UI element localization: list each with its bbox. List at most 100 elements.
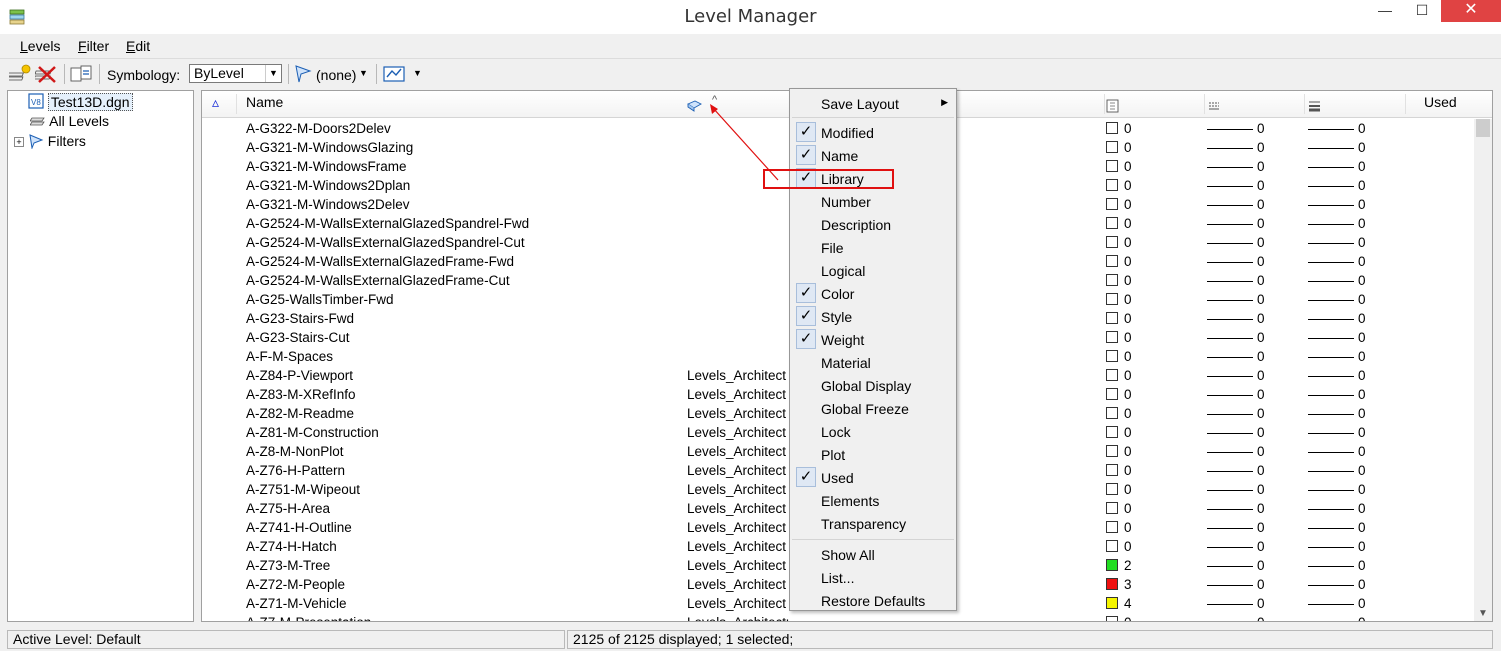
menu-filter[interactable]: Filter (78, 38, 109, 54)
menu-item-weight[interactable]: ✓ Weight (790, 328, 956, 350)
menu-item-transparency[interactable]: Transparency (790, 512, 956, 534)
color-swatch[interactable] (1106, 198, 1118, 210)
color-swatch[interactable] (1106, 388, 1118, 400)
menu-item-color[interactable]: ✓ Color (790, 282, 956, 304)
filter-dropdown-value[interactable]: (none) (316, 67, 356, 83)
vertical-scrollbar[interactable]: ▼ (1474, 119, 1492, 621)
menu-item-elements[interactable]: Elements (790, 489, 956, 511)
color-swatch[interactable] (1106, 540, 1118, 552)
style-number: 0 (1257, 558, 1265, 573)
library-column-icon[interactable] (686, 95, 702, 117)
color-swatch[interactable] (1106, 597, 1118, 609)
weight-line-sample (1308, 585, 1354, 586)
color-swatch[interactable] (1106, 407, 1118, 419)
style-column-icon[interactable] (1208, 95, 1224, 117)
color-swatch[interactable] (1106, 369, 1118, 381)
menu-levels-mnemonic: L (20, 38, 28, 54)
menu-item-show-all[interactable]: Show All (790, 543, 956, 565)
maximize-button[interactable]: ☐ (1399, 0, 1445, 22)
menu-item-list[interactable]: List... (790, 566, 956, 588)
column-header-used[interactable]: Used (1424, 93, 1457, 115)
color-swatch[interactable] (1106, 141, 1118, 153)
level-library: Levels_Architect (687, 482, 787, 497)
color-swatch[interactable] (1106, 255, 1118, 267)
menu-item-label: Number (821, 194, 871, 210)
style-number: 0 (1257, 444, 1265, 459)
tree-item-filters[interactable]: + Filters (14, 133, 86, 150)
menu-item-global-freeze[interactable]: Global Freeze (790, 397, 956, 419)
color-swatch[interactable] (1106, 502, 1118, 514)
modified-column-sort-icon[interactable]: ▵ (212, 93, 219, 115)
color-swatch[interactable] (1106, 236, 1118, 248)
menu-item-global-display[interactable]: Global Display (790, 374, 956, 396)
menu-item-lock[interactable]: Lock (790, 420, 956, 442)
menu-item-restore-defaults[interactable]: Restore Defaults (790, 589, 956, 611)
display-options-icon[interactable] (382, 63, 406, 85)
color-swatch[interactable] (1106, 274, 1118, 286)
color-swatch[interactable] (1106, 616, 1118, 621)
style-number: 0 (1257, 216, 1265, 231)
menu-item-plot[interactable]: Plot (790, 443, 956, 465)
weight-number: 0 (1358, 539, 1366, 554)
delete-level-icon[interactable] (35, 63, 59, 85)
menu-levels[interactable]: Levels (20, 38, 60, 54)
color-number: 0 (1124, 140, 1132, 155)
color-swatch[interactable] (1106, 160, 1118, 172)
color-swatch[interactable] (1106, 122, 1118, 134)
column-divider (1104, 94, 1105, 114)
color-swatch[interactable] (1106, 578, 1118, 590)
menu-item-style[interactable]: ✓ Style (790, 305, 956, 327)
library-highlight-box (763, 169, 894, 189)
scrollbar-thumb[interactable] (1476, 119, 1490, 137)
weight-column-icon[interactable] (1308, 95, 1324, 117)
close-button[interactable]: ✕ (1441, 0, 1501, 22)
checkmark-icon: ✓ (796, 329, 816, 349)
submenu-arrow-icon: ▶ (941, 97, 948, 107)
tree-item-file[interactable]: V8 Test13D.dgn (28, 93, 133, 111)
display-options-arrow-icon[interactable]: ▼ (413, 68, 422, 78)
color-swatch[interactable] (1106, 350, 1118, 362)
toolbar-separator (376, 64, 377, 84)
style-line-sample (1207, 414, 1253, 415)
style-number: 0 (1257, 292, 1265, 307)
menu-item-description[interactable]: Description (790, 213, 956, 235)
expand-icon[interactable]: + (14, 137, 24, 147)
color-column-icon[interactable] (1106, 95, 1120, 117)
status-bar: Active Level: Default 2125 of 2125 displ… (0, 628, 1501, 651)
menu-edit[interactable]: Edit (126, 38, 150, 54)
menu-item-modified[interactable]: ✓ Modified (790, 121, 956, 143)
scroll-down-icon[interactable]: ▼ (1478, 608, 1488, 619)
level-library: Levels_Architect (687, 558, 787, 573)
filter-icon[interactable] (293, 63, 313, 85)
color-swatch[interactable] (1106, 445, 1118, 457)
color-swatch[interactable] (1106, 559, 1118, 571)
symbology-dropdown[interactable]: ByLevel ▼ (189, 64, 282, 83)
symbology-value: ByLevel (194, 65, 244, 81)
tree-item-all-levels[interactable]: All Levels (29, 113, 109, 129)
color-swatch[interactable] (1106, 179, 1118, 191)
color-swatch[interactable] (1106, 293, 1118, 305)
style-line-sample (1207, 566, 1253, 567)
menu-item-file[interactable]: File (790, 236, 956, 258)
column-header-name[interactable]: Name (246, 93, 283, 115)
menu-item-material[interactable]: Material (790, 351, 956, 373)
style-line-sample (1207, 376, 1253, 377)
menu-item-used[interactable]: ✓ Used (790, 466, 956, 488)
color-swatch[interactable] (1106, 464, 1118, 476)
color-swatch[interactable] (1106, 312, 1118, 324)
color-swatch[interactable] (1106, 483, 1118, 495)
color-swatch[interactable] (1106, 331, 1118, 343)
table-row[interactable]: A-Z7-M-Presentation Levels_Architectural_… (202, 613, 1474, 621)
menu-item-name[interactable]: ✓ Name (790, 144, 956, 166)
color-swatch[interactable] (1106, 521, 1118, 533)
filter-dropdown-arrow-icon[interactable]: ▼ (359, 68, 368, 78)
menu-item-logical[interactable]: Logical (790, 259, 956, 281)
weight-number: 0 (1358, 615, 1366, 621)
new-level-icon[interactable] (9, 63, 33, 85)
level-properties-icon[interactable] (69, 63, 95, 85)
color-swatch[interactable] (1106, 217, 1118, 229)
style-number: 0 (1257, 425, 1265, 440)
color-swatch[interactable] (1106, 426, 1118, 438)
menu-item-save-layout[interactable]: Save Layout ▶ (790, 92, 956, 114)
menu-item-number[interactable]: Number (790, 190, 956, 212)
